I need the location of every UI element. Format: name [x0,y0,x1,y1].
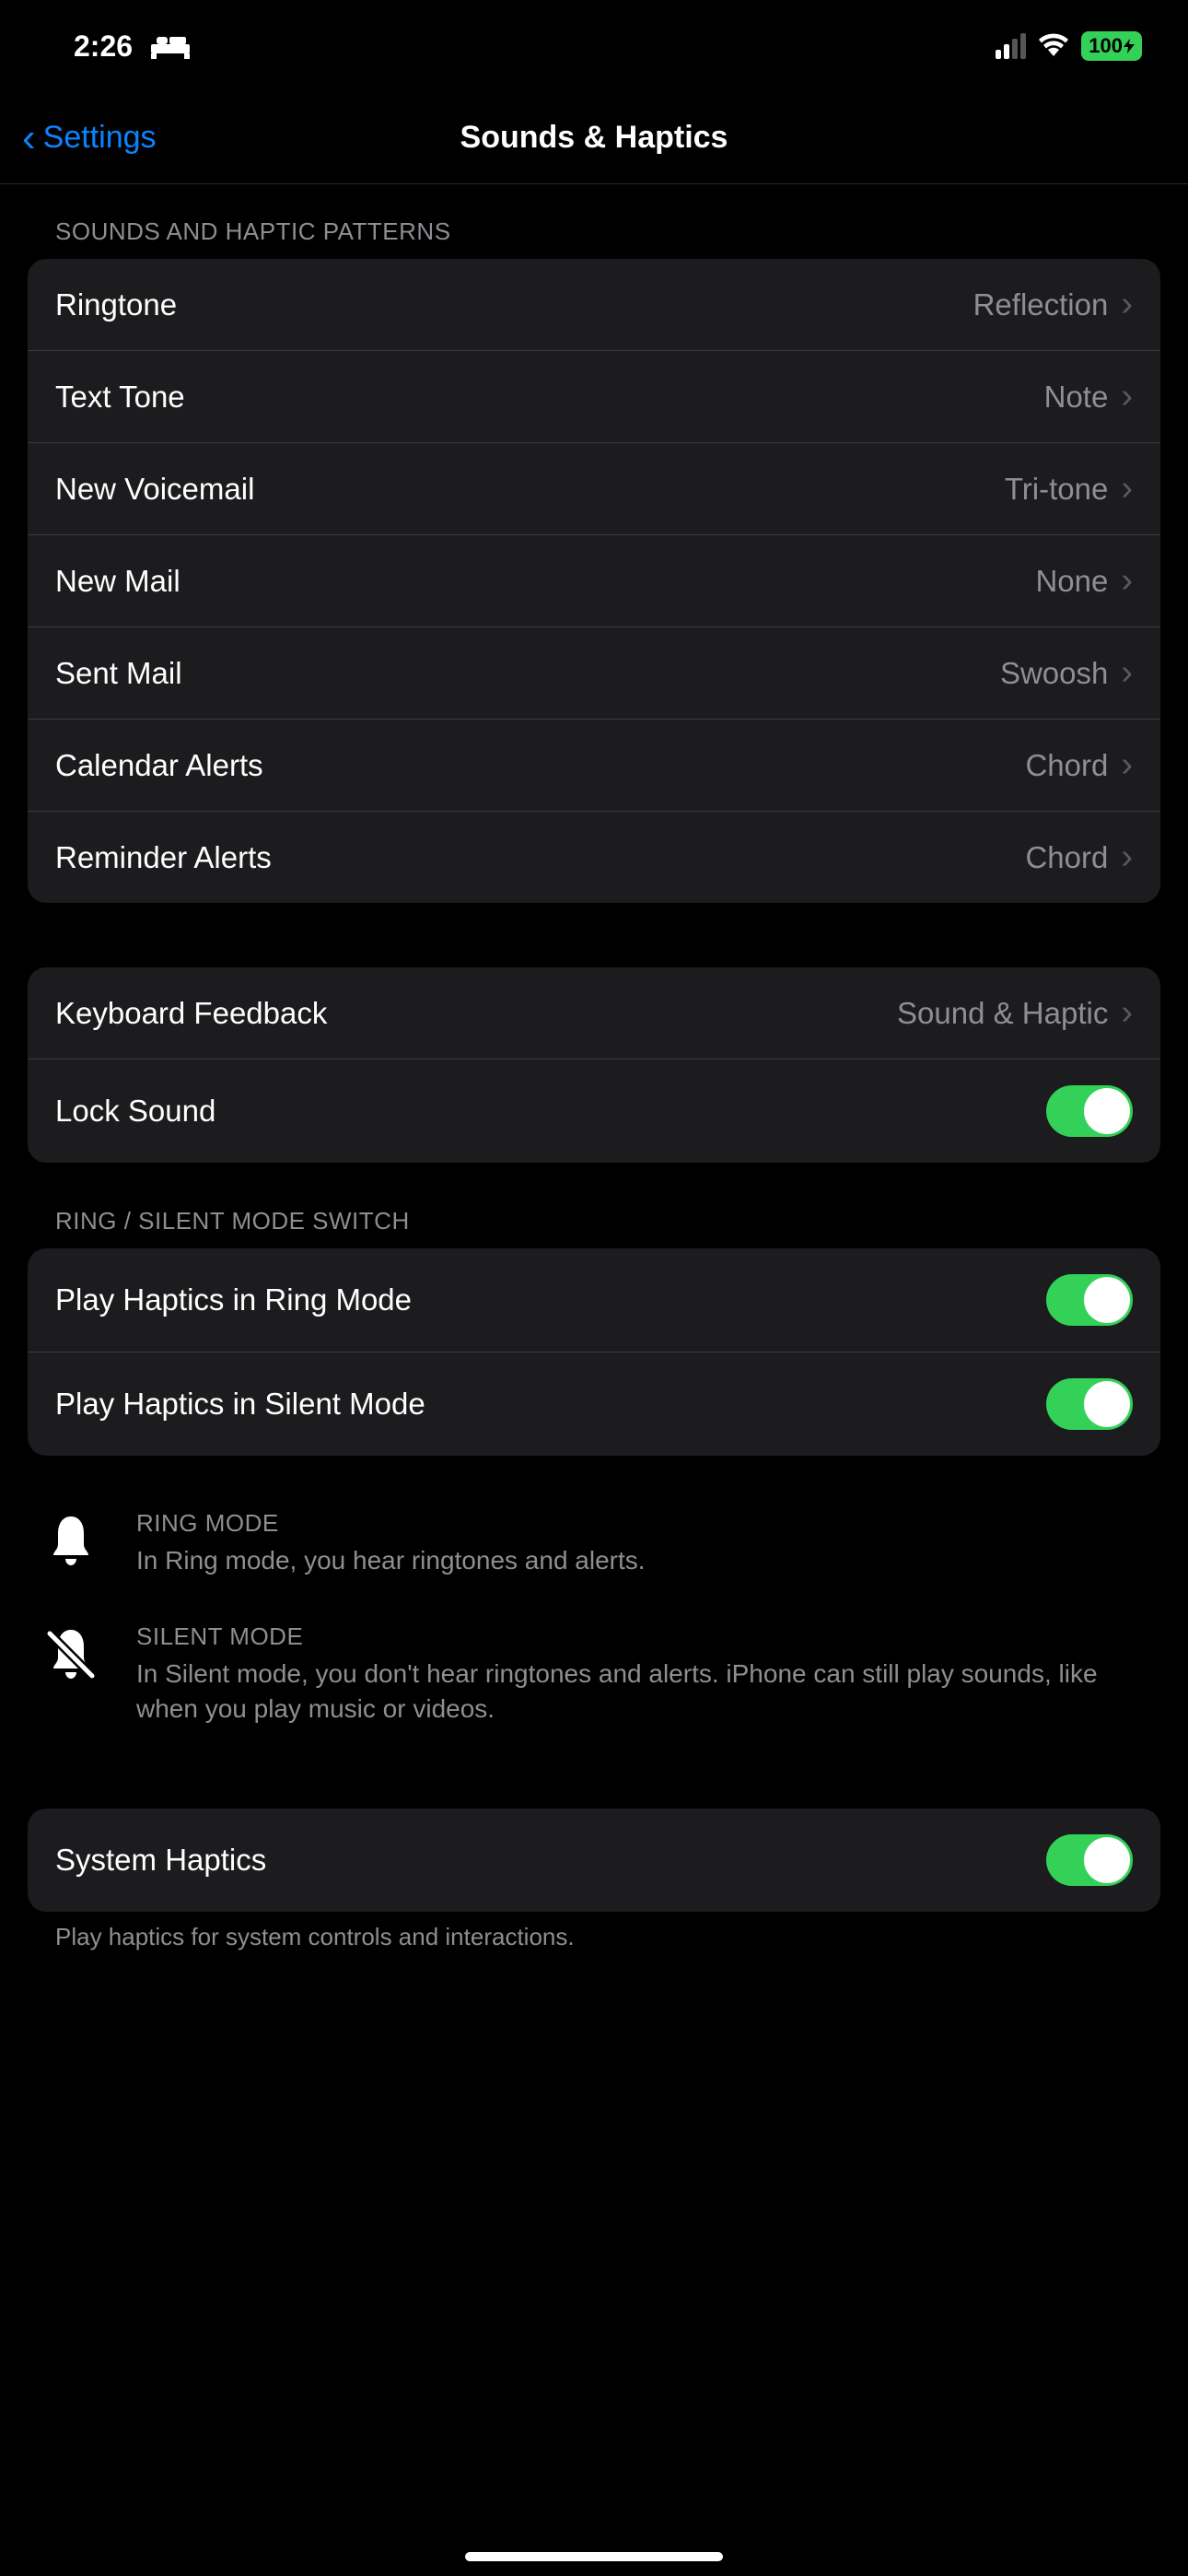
bell-icon [39,1509,103,1578]
group-system-haptics: System Haptics [28,1809,1160,1912]
row-label: New Mail [55,564,1035,599]
status-left: 2:26 [74,29,190,64]
row-text-tone[interactable]: Text Tone Note › [28,351,1160,443]
row-haptics-ring-mode: Play Haptics in Ring Mode [28,1248,1160,1352]
back-button[interactable]: ‹ Settings [22,118,157,158]
row-label: Text Tone [55,380,1044,415]
row-value: Swoosh [1000,656,1108,691]
chevron-right-icon: › [1121,837,1133,877]
toggle-lock-sound[interactable] [1046,1085,1133,1137]
row-label: Play Haptics in Silent Mode [55,1387,1046,1422]
row-label: Calendar Alerts [55,748,1025,783]
row-value: Chord [1025,840,1108,875]
mode-info-list: RING MODE In Ring mode, you hear rington… [28,1493,1160,1753]
row-sent-mail[interactable]: Sent Mail Swoosh › [28,627,1160,720]
sleep-mode-icon [151,33,190,59]
back-label: Settings [43,120,157,156]
section-header-patterns: SOUNDS AND HAPTIC PATTERNS [0,184,1188,259]
cellular-signal-icon [996,33,1026,59]
chevron-right-icon: › [1121,469,1133,509]
info-title: RING MODE [136,1509,1142,1538]
battery-percent: 100 [1089,34,1123,58]
row-label: Reminder Alerts [55,840,1025,875]
info-ring-mode: RING MODE In Ring mode, you hear rington… [28,1493,1160,1606]
row-haptics-silent-mode: Play Haptics in Silent Mode [28,1352,1160,1456]
row-lock-sound: Lock Sound [28,1060,1160,1163]
row-ringtone[interactable]: Ringtone Reflection › [28,259,1160,351]
row-value: Reflection [973,287,1109,322]
row-new-voicemail[interactable]: New Voicemail Tri-tone › [28,443,1160,535]
row-new-mail[interactable]: New Mail None › [28,535,1160,627]
row-calendar-alerts[interactable]: Calendar Alerts Chord › [28,720,1160,812]
chevron-right-icon: › [1121,561,1133,601]
group-keyboard-lock: Keyboard Feedback Sound & Haptic › Lock … [28,967,1160,1163]
toggle-haptics-ring[interactable] [1046,1274,1133,1326]
row-label: Keyboard Feedback [55,996,897,1031]
info-title: SILENT MODE [136,1622,1142,1651]
row-label: New Voicemail [55,472,1005,507]
row-system-haptics: System Haptics [28,1809,1160,1912]
section-header-ring-silent: RING / SILENT MODE SWITCH [0,1163,1188,1248]
row-value: Sound & Haptic [897,996,1108,1031]
home-indicator[interactable] [465,2552,723,2561]
row-value: Tri-tone [1005,472,1108,507]
status-bar: 2:26 100 [0,0,1188,92]
row-reminder-alerts[interactable]: Reminder Alerts Chord › [28,812,1160,903]
row-label: Sent Mail [55,656,1000,691]
wifi-icon [1037,29,1070,64]
info-description: In Silent mode, you don't hear ringtones… [136,1657,1142,1727]
screen-body: SOUNDS AND HAPTIC PATTERNS Ringtone Refl… [0,184,1188,1988]
group-sound-patterns: Ringtone Reflection › Text Tone Note › N… [28,259,1160,903]
toggle-system-haptics[interactable] [1046,1834,1133,1886]
navigation-bar: ‹ Settings Sounds & Haptics [0,92,1188,184]
row-keyboard-feedback[interactable]: Keyboard Feedback Sound & Haptic › [28,967,1160,1060]
battery-indicator: 100 [1081,31,1142,61]
row-value: Chord [1025,748,1108,783]
group-ring-silent: Play Haptics in Ring Mode Play Haptics i… [28,1248,1160,1456]
row-label: System Haptics [55,1843,1046,1878]
info-text: RING MODE In Ring mode, you hear rington… [136,1509,1142,1578]
chevron-right-icon: › [1121,993,1133,1033]
toggle-haptics-silent[interactable] [1046,1378,1133,1430]
info-text: SILENT MODE In Silent mode, you don't he… [136,1622,1142,1727]
status-time: 2:26 [74,29,133,64]
page-title: Sounds & Haptics [460,120,728,156]
chevron-right-icon: › [1121,745,1133,785]
status-right: 100 [996,29,1142,64]
row-value: None [1035,564,1108,599]
chevron-right-icon: › [1121,653,1133,693]
chevron-right-icon: › [1121,377,1133,416]
row-label: Lock Sound [55,1094,1046,1129]
info-silent-mode: SILENT MODE In Silent mode, you don't he… [28,1606,1160,1754]
info-description: In Ring mode, you hear ringtones and ale… [136,1543,1142,1578]
footer-system-haptics: Play haptics for system controls and int… [0,1912,1188,1951]
row-label: Play Haptics in Ring Mode [55,1282,1046,1317]
chevron-right-icon: › [1121,285,1133,324]
chevron-left-icon: ‹ [22,118,36,158]
bell-slash-icon [39,1622,103,1727]
row-value: Note [1044,380,1109,415]
row-label: Ringtone [55,287,973,322]
